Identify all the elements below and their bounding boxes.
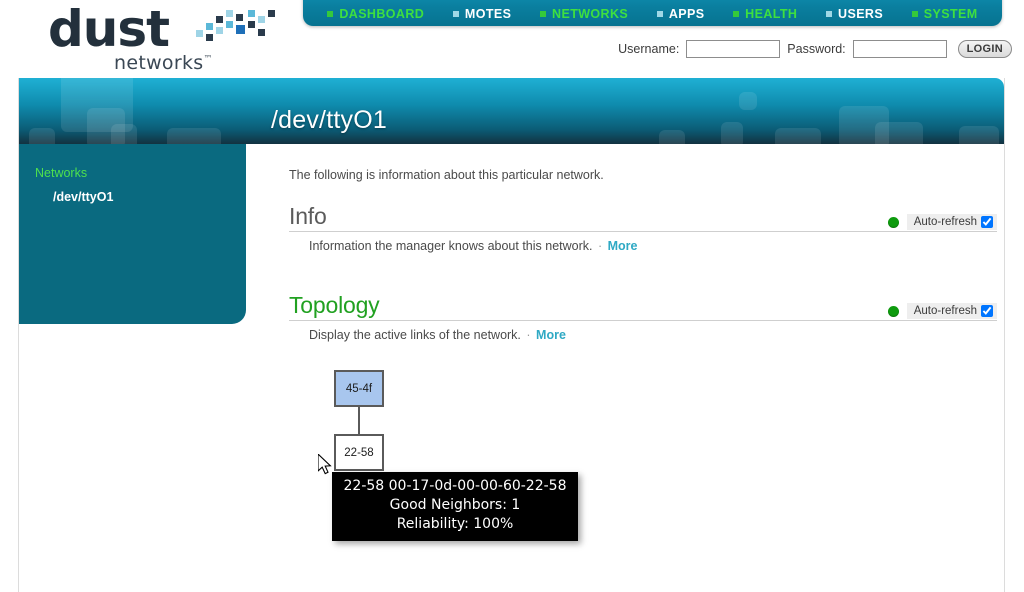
nav-item-networks[interactable]: NETWORKS — [540, 7, 628, 21]
intro-text: The following is information about this … — [289, 168, 604, 182]
sidebar-item-dev-ttyo1[interactable]: /dev/ttyO1 — [53, 190, 246, 204]
auto-refresh-checkbox[interactable] — [981, 305, 993, 317]
username-label: Username: — [618, 42, 680, 56]
section-info: Info Auto-refresh Information the manage… — [289, 200, 997, 253]
login-button[interactable]: LOGIN — [957, 40, 1012, 58]
logo-wordmark: dust — [48, 0, 170, 58]
section-tools: Auto-refresh — [887, 303, 997, 319]
nav-item-health[interactable]: HEALTH — [733, 7, 797, 21]
topology-node-label: 45-4f — [345, 382, 373, 395]
logo-tagline-text: networks — [114, 52, 204, 74]
separator-dot-icon: · — [597, 239, 603, 253]
username-input[interactable] — [686, 40, 781, 58]
nav-item-label: DASHBOARD — [339, 7, 425, 21]
nav-item-label: MOTES — [464, 7, 512, 21]
bullet-icon — [656, 11, 663, 17]
bullet-icon — [911, 11, 918, 17]
section-tools: Auto-refresh — [887, 214, 997, 230]
section-header: Topology Auto-refresh — [289, 289, 997, 321]
nav-item-motes[interactable]: MOTES — [452, 7, 512, 21]
logo-tagline: networks™ — [114, 52, 213, 74]
bullet-icon — [327, 11, 334, 17]
page-banner: /dev/ttyO1 — [19, 78, 1004, 144]
section-description: Information the manager knows about this… — [309, 239, 593, 253]
sidebar: Networks /dev/ttyO1 — [19, 144, 246, 324]
more-link-topology[interactable]: More — [536, 328, 566, 342]
password-input[interactable] — [852, 40, 947, 58]
status-indicator-icon — [887, 305, 899, 317]
topology-edge — [358, 407, 360, 434]
topology-node-manager[interactable]: 45-4f — [334, 370, 384, 407]
nav-item-users[interactable]: USERS — [826, 7, 883, 21]
tooltip-line-neighbors: Good Neighbors: 1 — [389, 497, 521, 513]
sidebar-group-networks[interactable]: Networks — [35, 166, 246, 180]
status-indicator-icon — [887, 216, 899, 228]
logo-trademark-icon: ™ — [203, 54, 213, 65]
tooltip-line-identity: 22-58 00-17-0d-00-00-60-22-58 — [343, 478, 567, 494]
separator-dot-icon: · — [526, 328, 531, 342]
section-title: Topology — [289, 292, 380, 318]
nav-item-label: HEALTH — [745, 7, 798, 21]
node-tooltip: 22-58 00-17-0d-00-00-60-22-58 Good Neigh… — [332, 472, 578, 541]
nav-item-label: SYSTEM — [923, 7, 978, 21]
bullet-icon — [826, 11, 833, 17]
topology-node-mote[interactable]: 22-58 — [334, 434, 384, 471]
nav-item-apps[interactable]: APPS — [656, 7, 705, 21]
auto-refresh-control[interactable]: Auto-refresh — [906, 303, 997, 319]
auto-refresh-label: Auto-refresh — [913, 305, 977, 317]
tooltip-line-reliability: Reliability: 100% — [396, 516, 514, 532]
main-navigation: DASHBOARD MOTES NETWORKS APPS HEALTH USE… — [303, 0, 1002, 26]
login-form: Username: Password: LOGIN — [618, 40, 1012, 58]
auto-refresh-control[interactable]: Auto-refresh — [906, 214, 997, 230]
section-title: Info — [289, 203, 327, 229]
nav-item-label: USERS — [838, 7, 884, 21]
nav-item-dashboard[interactable]: DASHBOARD — [327, 7, 424, 21]
nav-item-list: DASHBOARD MOTES NETWORKS APPS HEALTH USE… — [303, 7, 1002, 22]
password-label: Password: — [787, 42, 846, 56]
bullet-icon — [733, 11, 740, 17]
topology-node-label: 22-58 — [344, 446, 374, 459]
section-description-row: Information the manager knows about this… — [309, 239, 997, 253]
section-description-row: Display the active links of the network.… — [309, 328, 997, 342]
auto-refresh-label: Auto-refresh — [913, 216, 977, 228]
page-title: /dev/ttyO1 — [271, 106, 387, 134]
mouse-cursor-icon — [317, 452, 334, 478]
nav-item-system[interactable]: SYSTEM — [911, 7, 978, 21]
bullet-icon — [452, 11, 459, 17]
app-window: dust networks™ DASHBOARD MOTES NETWORKS … — [0, 0, 1024, 592]
section-header: Info Auto-refresh — [289, 200, 997, 232]
logo-dot-pattern-icon — [196, 10, 278, 50]
section-description: Display the active links of the network. — [309, 328, 521, 342]
nav-item-label: NETWORKS — [552, 7, 629, 21]
more-link-info[interactable]: More — [608, 239, 638, 253]
top-bar: dust networks™ DASHBOARD MOTES NETWORKS … — [0, 0, 1024, 78]
nav-item-label: APPS — [668, 7, 705, 21]
bullet-icon — [540, 11, 547, 17]
dust-networks-logo[interactable]: dust networks™ — [48, 4, 278, 74]
auto-refresh-checkbox[interactable] — [981, 216, 993, 228]
